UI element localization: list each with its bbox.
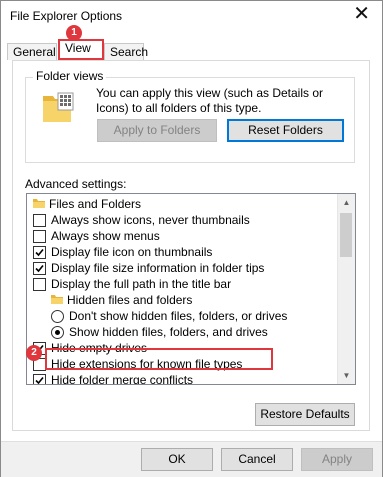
option-label: Hide folder merge conflicts bbox=[51, 373, 194, 385]
title-bar: File Explorer Options ✕ bbox=[1, 1, 382, 31]
checkbox-unchecked[interactable] bbox=[33, 278, 46, 291]
checkbox-option-row[interactable]: Display file size information in folder … bbox=[27, 260, 337, 276]
apply-button[interactable]: Apply bbox=[301, 448, 373, 471]
advanced-settings-label: Advanced settings: bbox=[25, 177, 127, 191]
restore-defaults-button[interactable]: Restore Defaults bbox=[255, 403, 355, 426]
scroll-down-icon[interactable]: ▼ bbox=[338, 367, 355, 384]
option-label: Display file size information in folder … bbox=[51, 261, 265, 275]
scroll-up-icon[interactable]: ▲ bbox=[338, 194, 355, 211]
option-label: Files and Folders bbox=[49, 197, 142, 211]
checkmark-icon bbox=[35, 264, 44, 273]
hide-extensions-highlight bbox=[45, 348, 273, 370]
radio-unselected[interactable] bbox=[51, 310, 64, 323]
checkbox-option-row[interactable]: Display the full path in the title bar bbox=[27, 276, 337, 292]
folder-views-description: You can apply this view (such as Details… bbox=[96, 86, 324, 115]
option-label: Always show menus bbox=[51, 229, 160, 243]
checkbox-checked[interactable] bbox=[33, 246, 46, 259]
folder-views-legend: Folder views bbox=[33, 69, 107, 83]
option-label: Display file icon on thumbnails bbox=[51, 245, 213, 259]
folder-views-folder-icon bbox=[41, 91, 75, 128]
option-label: Display the full path in the title bar bbox=[51, 277, 232, 291]
checkbox-checked[interactable] bbox=[33, 262, 46, 275]
dialog-footer: OK Cancel Apply bbox=[1, 441, 382, 477]
radio-option-row[interactable]: Don't show hidden files, folders, or dri… bbox=[27, 308, 337, 324]
ok-button[interactable]: OK bbox=[141, 448, 213, 471]
option-label: Show hidden files, folders, and drives bbox=[69, 325, 268, 339]
checkmark-icon bbox=[35, 248, 44, 257]
radio-dot bbox=[55, 330, 60, 335]
checkmark-icon bbox=[35, 376, 44, 384]
checkbox-option-row[interactable]: Always show menus bbox=[27, 228, 337, 244]
close-icon[interactable]: ✕ bbox=[353, 4, 370, 24]
option-label: Don't show hidden files, folders, or dri… bbox=[69, 309, 288, 323]
folder-icon bbox=[51, 295, 63, 304]
scroll-thumb[interactable] bbox=[340, 213, 352, 257]
reset-folders-button[interactable]: Reset Folders bbox=[227, 119, 344, 142]
checkbox-option-row[interactable]: Hide folder merge conflicts bbox=[27, 372, 337, 385]
checkbox-unchecked[interactable] bbox=[33, 214, 46, 227]
tab-search[interactable]: Search bbox=[104, 43, 148, 60]
option-label: Always show icons, never thumbnails bbox=[51, 213, 250, 227]
checkbox-option-row[interactable]: Always show icons, never thumbnails bbox=[27, 212, 337, 228]
window-title: File Explorer Options bbox=[10, 9, 123, 23]
advanced-settings-scrollbar[interactable]: ▲ ▼ bbox=[337, 194, 355, 384]
file-explorer-options-dialog: File Explorer Options ✕ General View Sea… bbox=[0, 0, 383, 477]
cancel-button[interactable]: Cancel bbox=[221, 448, 293, 471]
step-badge-2: 2 bbox=[26, 345, 42, 361]
checkbox-unchecked[interactable] bbox=[33, 230, 46, 243]
folder-group-row: Files and Folders bbox=[27, 196, 337, 212]
folder-icon bbox=[33, 199, 45, 208]
radio-selected[interactable] bbox=[51, 326, 64, 339]
checkbox-checked[interactable] bbox=[33, 374, 46, 384]
option-label: Hidden files and folders bbox=[67, 293, 193, 307]
step-badge-1: 1 bbox=[66, 25, 82, 41]
folder-group-row: Hidden files and folders bbox=[27, 292, 337, 308]
tab-general[interactable]: General bbox=[7, 43, 57, 60]
radio-option-row[interactable]: Show hidden files, folders, and drives bbox=[27, 324, 337, 340]
apply-to-folders-button[interactable]: Apply to Folders bbox=[97, 119, 217, 142]
view-tab-highlight bbox=[58, 39, 104, 60]
checkbox-option-row[interactable]: Display file icon on thumbnails bbox=[27, 244, 337, 260]
